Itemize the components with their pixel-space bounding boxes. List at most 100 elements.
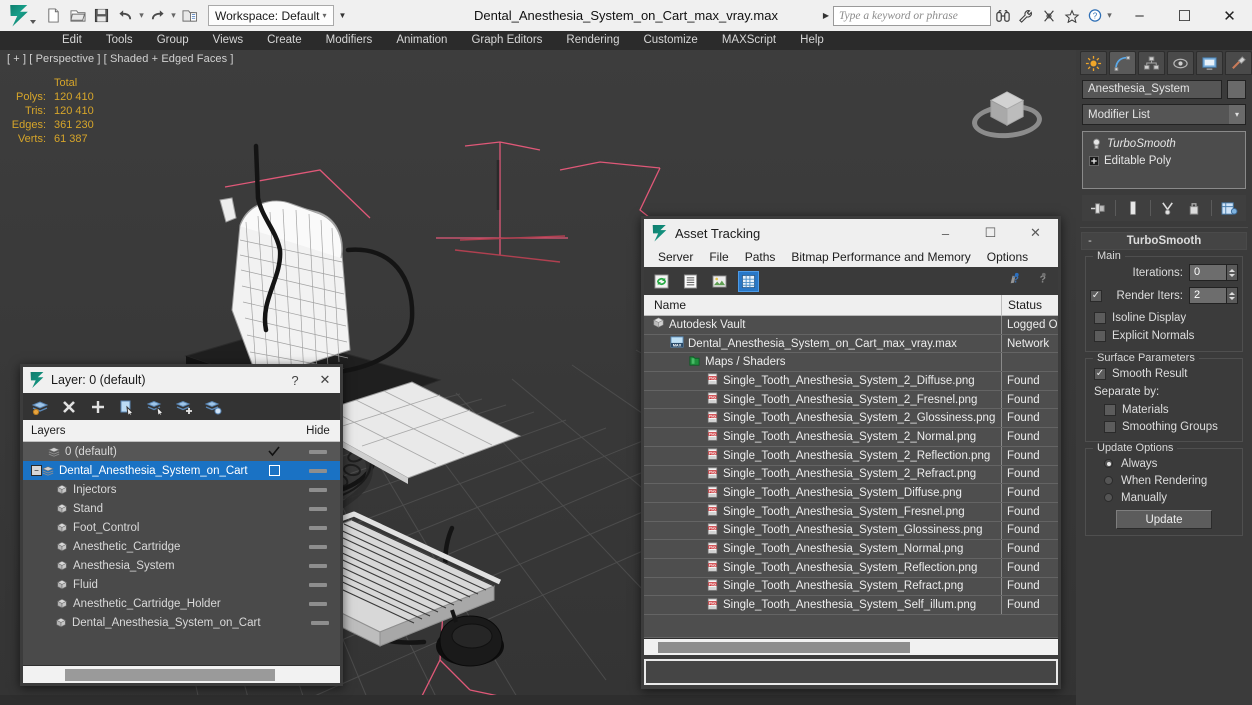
undo-dropdown-caret[interactable]: ▾ xyxy=(138,4,145,27)
menu-create[interactable]: Create xyxy=(255,31,314,50)
display-tab[interactable] xyxy=(1196,51,1223,75)
refresh-icon[interactable] xyxy=(652,272,671,291)
workspace-selector[interactable]: Workspace: Default ▾ xyxy=(208,5,334,26)
asset-row[interactable]: PNG Single_Tooth_Anesthesia_System_Reflec… xyxy=(644,558,1058,578)
menu-group[interactable]: Group xyxy=(145,31,201,50)
view-cube[interactable] xyxy=(968,78,1046,156)
close-button[interactable]: ✕ xyxy=(1207,0,1252,31)
menu-rendering[interactable]: Rendering xyxy=(554,31,631,50)
undo-icon[interactable] xyxy=(114,4,137,27)
list-view-icon[interactable] xyxy=(681,272,700,291)
layer-hide-toggle[interactable] xyxy=(296,525,340,530)
asset-tracking-dialog[interactable]: Asset Tracking – ☐ ✕ Server File Paths Bitm… xyxy=(641,216,1061,689)
asset-row[interactable]: PNG Single_Tooth_Anesthesia_System_Normal… xyxy=(644,540,1058,559)
asset-row[interactable]: PNG Single_Tooth_Anesthesia_System_Refrac… xyxy=(644,577,1058,597)
modifier-stack[interactable]: TurboSmooth Editable Poly xyxy=(1082,131,1246,189)
iterations-spinner[interactable] xyxy=(1227,264,1238,281)
layer-checkbox[interactable] xyxy=(252,465,296,476)
layer-row[interactable]: − Dental_Anesthesia_System_on_Cart xyxy=(23,461,340,480)
explicit-normals-row[interactable]: Explicit Normals xyxy=(1090,327,1238,345)
isoline-display-row[interactable]: Isoline Display xyxy=(1090,309,1238,327)
scroll-thumb[interactable] xyxy=(65,668,275,681)
star-favorite-icon[interactable] xyxy=(1060,4,1083,27)
asset-menu-paths[interactable]: Paths xyxy=(737,247,784,267)
layer-row[interactable]: Anesthesia_System xyxy=(23,556,340,575)
layer-row[interactable]: Anesthetic_Cartridge xyxy=(23,537,340,556)
delete-layer-icon[interactable] xyxy=(60,398,78,416)
manually-radio[interactable] xyxy=(1104,493,1113,502)
asset-row[interactable]: PNG Single_Tooth_Anesthesia_System_2_Refl… xyxy=(644,446,1058,466)
show-end-result-icon[interactable] xyxy=(1121,197,1145,219)
minimize-button[interactable]: – xyxy=(1117,0,1162,31)
expand-toggle[interactable]: − xyxy=(31,465,42,476)
menu-graph-editors[interactable]: Graph Editors xyxy=(459,31,554,50)
layer-row[interactable]: Stand xyxy=(23,499,340,518)
redo-icon[interactable] xyxy=(146,4,169,27)
wrench-icon[interactable] xyxy=(1014,4,1037,27)
workspace-dropdown-button[interactable]: ▼ xyxy=(335,5,351,26)
asset-list[interactable]: Autodesk Vault Logged O MAX Dental_Anesthes… xyxy=(644,316,1058,623)
help-circle-icon[interactable]: ? xyxy=(1083,4,1106,27)
render-iters-checkbox[interactable] xyxy=(1090,289,1102,302)
help-dropdown-caret[interactable]: ▾ xyxy=(1106,4,1113,27)
close-button[interactable]: ✕ xyxy=(310,367,340,393)
asset-horizontal-scrollbar[interactable] xyxy=(644,638,1058,655)
asset-row[interactable]: PNG Single_Tooth_Anesthesia_System_2_Fres… xyxy=(644,390,1058,410)
asset-dialog-titlebar[interactable]: Asset Tracking – ☐ ✕ xyxy=(644,219,1058,247)
asset-menu-options[interactable]: Options xyxy=(979,247,1036,267)
layer-hide-toggle[interactable] xyxy=(296,601,340,606)
menu-customize[interactable]: Customize xyxy=(631,31,709,50)
layer-checkbox[interactable] xyxy=(252,446,296,457)
hierarchy-tab[interactable] xyxy=(1138,51,1165,75)
always-radio-row[interactable]: Always xyxy=(1090,455,1238,472)
layer-hide-toggle[interactable] xyxy=(296,487,340,492)
chevron-down-icon[interactable]: ▾ xyxy=(1229,105,1245,124)
maximize-button[interactable]: ☐ xyxy=(968,219,1013,247)
modifier-list-dropdown[interactable]: Modifier List ▾ xyxy=(1082,104,1246,125)
create-tab[interactable] xyxy=(1080,51,1107,75)
asset-row[interactable]: PNG Single_Tooth_Anesthesia_System_Glossi… xyxy=(644,521,1058,541)
asset-row[interactable]: PNG Single_Tooth_Anesthesia_System_2_Glos… xyxy=(644,409,1058,429)
menu-animation[interactable]: Animation xyxy=(384,31,459,50)
select-highlighted-layer-icon[interactable] xyxy=(147,398,165,416)
modifier-stack-item[interactable]: TurboSmooth xyxy=(1083,135,1245,152)
save-file-icon[interactable] xyxy=(90,4,113,27)
layer-hide-toggle[interactable] xyxy=(296,582,340,587)
open-file-icon[interactable] xyxy=(66,4,89,27)
asset-row[interactable]: Autodesk Vault Logged O xyxy=(644,316,1058,335)
asset-row[interactable]: MAX Dental_Anesthesia_System_on_Cart_max_… xyxy=(644,334,1058,354)
modify-tab[interactable] xyxy=(1109,51,1136,75)
motion-tab[interactable] xyxy=(1167,51,1194,75)
layer-row[interactable]: Anesthetic_Cartridge_Holder xyxy=(23,594,340,613)
asset-row[interactable]: PNG Single_Tooth_Anesthesia_System_Diffus… xyxy=(644,484,1058,503)
add-selection-to-layer-icon[interactable] xyxy=(176,398,194,416)
asset-row[interactable]: PNG Single_Tooth_Anesthesia_System_2_Norm… xyxy=(644,428,1058,447)
minimize-button[interactable]: – xyxy=(923,219,968,247)
layer-row[interactable]: Fluid xyxy=(23,575,340,594)
layer-dialog[interactable]: Layer: 0 (default) ? ✕ Layers Hide 0 (de… xyxy=(20,364,343,686)
when-rendering-radio-row[interactable]: When Rendering xyxy=(1090,472,1238,489)
layer-row[interactable]: Injectors xyxy=(23,480,340,499)
make-unique-icon[interactable] xyxy=(1156,197,1180,219)
menu-help[interactable]: Help xyxy=(788,31,836,50)
search-input[interactable]: Type a keyword or phrase xyxy=(833,5,991,26)
menu-tools[interactable]: Tools xyxy=(94,31,145,50)
binoculars-search-icon[interactable] xyxy=(991,4,1014,27)
isoline-display-checkbox[interactable] xyxy=(1094,312,1106,324)
asset-row[interactable]: Maps / Shaders xyxy=(644,353,1058,373)
render-iters-input[interactable]: 2 xyxy=(1189,287,1227,304)
asset-row[interactable]: PNG Single_Tooth_Anesthesia_System_Fresne… xyxy=(644,502,1058,522)
menu-edit[interactable]: Edit xyxy=(50,31,94,50)
smooth-result-checkbox[interactable] xyxy=(1094,368,1106,380)
object-color-swatch[interactable] xyxy=(1227,80,1246,99)
layer-row[interactable]: Foot_Control xyxy=(23,518,340,537)
layer-row[interactable]: 0 (default) xyxy=(23,442,340,461)
utilities-tab[interactable] xyxy=(1225,51,1252,75)
asset-menu-file[interactable]: File xyxy=(701,247,736,267)
asset-row[interactable]: PNG Single_Tooth_Anesthesia_System_Self_i… xyxy=(644,596,1058,615)
always-radio[interactable] xyxy=(1104,459,1113,468)
select-objects-in-layer-icon[interactable] xyxy=(118,398,136,416)
object-name-field[interactable]: Anesthesia_System xyxy=(1082,80,1222,99)
rollout-header[interactable]: - TurboSmooth xyxy=(1081,232,1247,250)
thumbnail-view-icon[interactable] xyxy=(710,272,729,291)
